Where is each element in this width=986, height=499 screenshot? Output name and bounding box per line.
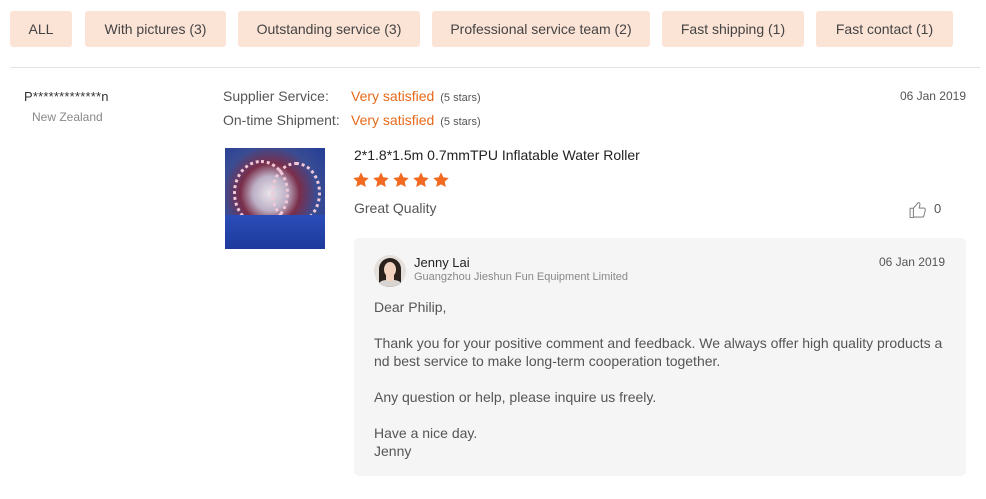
review-date: 06 Jan 2019	[899, 89, 966, 103]
star-icon	[413, 172, 429, 188]
rating-value: Very satisfied	[351, 112, 435, 128]
filter-chip-professional-service-team[interactable]: Professional service team (2)	[432, 11, 650, 47]
reply-closing-question: Any question or help, please inquire us …	[374, 389, 657, 405]
rating-row-on-time-shipment: On-time Shipment: Very satisfied (5 stars)	[223, 110, 481, 130]
reviewer-country: New Zealand	[32, 110, 103, 124]
product-title[interactable]: 2*1.8*1.5m 0.7mmTPU Inflatable Water Rol…	[354, 147, 640, 163]
filter-chip-fast-shipping[interactable]: Fast shipping (1)	[662, 11, 804, 47]
pool-floor	[225, 215, 325, 249]
avatar-shirt	[376, 280, 404, 287]
review-text: Great Quality	[354, 200, 437, 216]
reply-date: 06 Jan 2019	[878, 255, 945, 269]
product-thumbnail[interactable]	[225, 148, 325, 249]
rating-stars-text: (5 stars)	[440, 92, 481, 104]
seller-avatar	[374, 255, 406, 287]
reply-signature: Jenny	[374, 443, 412, 459]
seller-company: Guangzhou Jieshun Fun Equipment Limited	[414, 271, 629, 283]
reply-signoff-line: Have a nice day.	[374, 425, 478, 441]
thumbs-up-icon	[909, 201, 926, 219]
reviewer-name: P*************n	[24, 89, 109, 104]
reply-body: Dear Philip, Thank you for your positive…	[374, 298, 946, 460]
like-button[interactable]: 0	[908, 200, 948, 220]
reply-signoff: Have a nice day. Jenny	[374, 424, 946, 460]
reply-message: Thank you for your positive comment and …	[374, 335, 943, 369]
avatar-face	[384, 262, 396, 277]
rating-row-supplier-service: Supplier Service: Very satisfied (5 stars)	[223, 86, 481, 106]
section-divider	[10, 67, 980, 68]
star-icon	[393, 172, 409, 188]
star-icon	[353, 172, 369, 188]
star-icon	[373, 172, 389, 188]
filter-chip-outstanding-service[interactable]: Outstanding service (3)	[238, 11, 420, 47]
seller-name: Jenny Lai	[414, 255, 470, 270]
rating-label: On-time Shipment:	[223, 112, 340, 128]
like-count: 0	[934, 201, 942, 216]
rating-label: Supplier Service:	[223, 88, 329, 104]
star-icon	[433, 172, 449, 188]
filter-chip-with-pictures[interactable]: With pictures (3)	[85, 11, 226, 47]
rating-value: Very satisfied	[351, 88, 435, 104]
rating-stars-text: (5 stars)	[440, 116, 481, 128]
filter-chip-all[interactable]: ALL	[10, 11, 72, 47]
filter-chip-fast-contact[interactable]: Fast contact (1)	[816, 11, 953, 47]
reply-greeting: Dear Philip,	[374, 299, 447, 315]
seller-reply: Jenny Lai Guangzhou Jieshun Fun Equipmen…	[354, 238, 966, 476]
